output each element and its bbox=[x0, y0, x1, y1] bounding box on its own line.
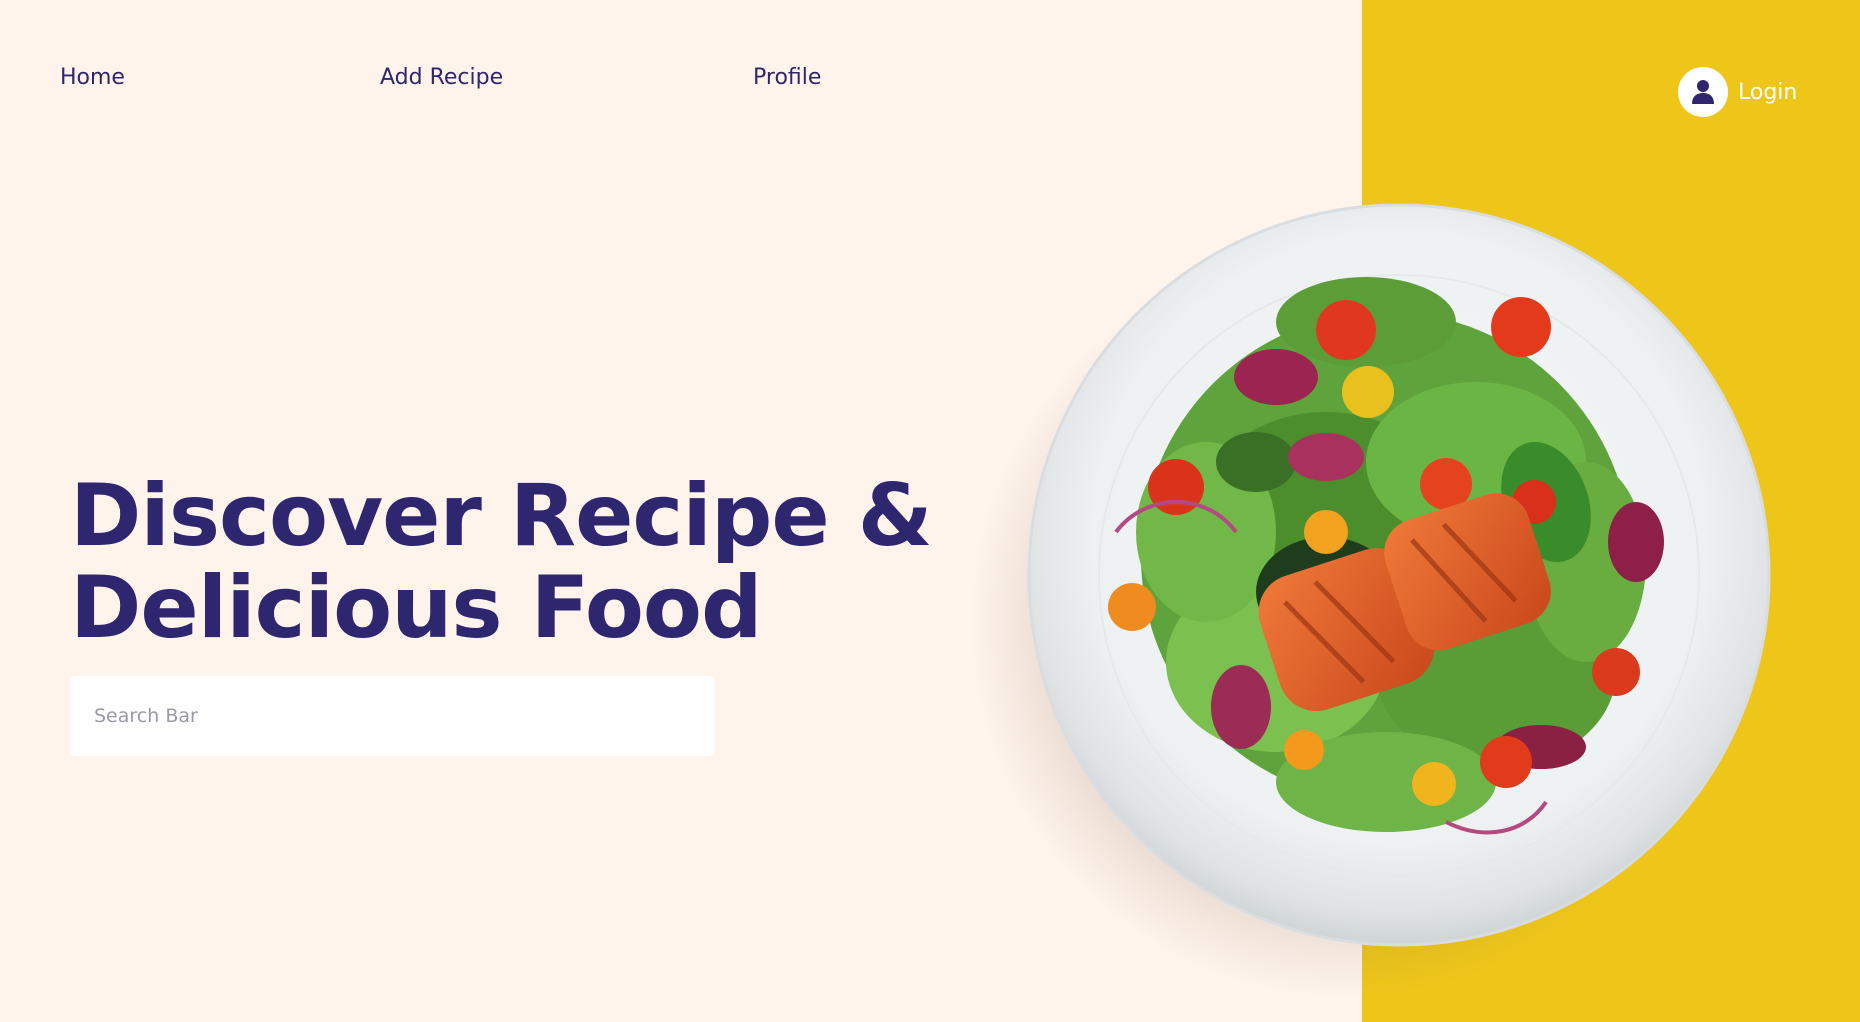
nav-profile-link[interactable]: Profile bbox=[753, 62, 821, 94]
user-icon bbox=[1678, 67, 1728, 117]
headline-line-2: Delicious Food bbox=[70, 558, 763, 658]
headline-line-1: Discover Recipe & bbox=[70, 466, 933, 566]
nav-home-link[interactable]: Home bbox=[60, 62, 125, 94]
hero-headline: Discover Recipe & Delicious Food bbox=[70, 470, 933, 654]
salmon-salad-plate-image bbox=[966, 202, 1772, 1002]
search-input[interactable] bbox=[70, 676, 714, 756]
login-label: Login bbox=[1738, 79, 1798, 105]
login-button[interactable]: Login bbox=[1678, 66, 1797, 118]
nav-add-recipe-link[interactable]: Add Recipe bbox=[380, 62, 503, 94]
